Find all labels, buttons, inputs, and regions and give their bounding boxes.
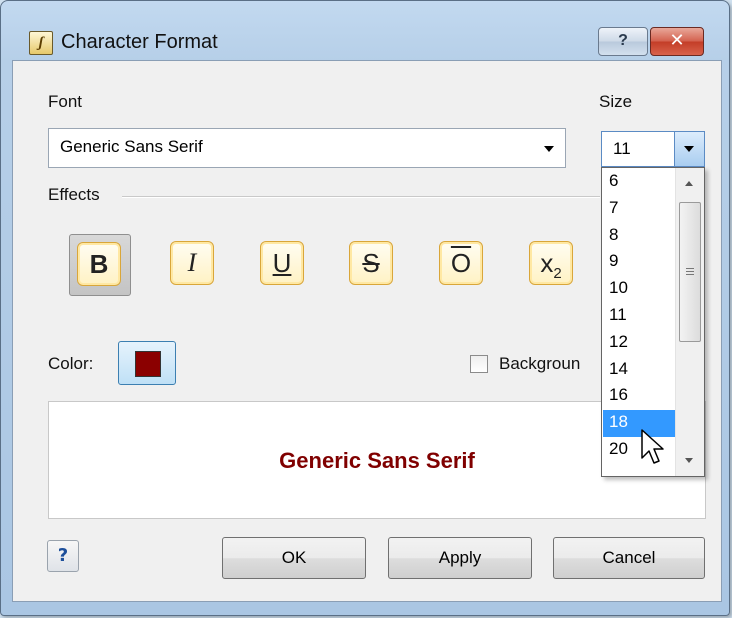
size-option-11[interactable]: 11 xyxy=(603,303,675,330)
title-bar[interactable]: ʃ Character Format ? ✕ xyxy=(1,1,729,56)
color-swatch xyxy=(135,351,161,377)
bold-button[interactable]: B xyxy=(77,242,121,286)
size-select-value: 11 xyxy=(613,139,631,158)
underline-button[interactable]: U xyxy=(260,241,304,285)
size-option-9[interactable]: 9 xyxy=(603,249,675,276)
overline-button[interactable]: O xyxy=(439,241,483,285)
size-option-6[interactable]: 6 xyxy=(603,169,675,196)
size-options[interactable]: 6 7 8 9 10 11 12 14 16 18 20 xyxy=(603,169,675,464)
subscript-base: x xyxy=(540,248,554,278)
effects-separator xyxy=(122,196,600,198)
background-checkbox[interactable] xyxy=(470,355,488,373)
scroll-down-icon[interactable] xyxy=(685,458,693,463)
font-select[interactable]: Generic Sans Serif xyxy=(48,128,566,168)
size-option-16[interactable]: 16 xyxy=(603,383,675,410)
cancel-button[interactable]: Cancel xyxy=(553,537,705,579)
apply-button[interactable]: Apply xyxy=(388,537,532,579)
ok-button[interactable]: OK xyxy=(222,537,366,579)
size-option-7[interactable]: 7 xyxy=(603,196,675,223)
effects-label: Effects xyxy=(48,185,100,204)
close-button[interactable]: ✕ xyxy=(650,27,704,56)
chevron-down-icon xyxy=(544,146,554,152)
font-label: Font xyxy=(48,92,83,111)
color-label: Color: xyxy=(48,354,94,373)
subscript-button[interactable]: x2 xyxy=(529,241,573,285)
size-dropdown-button[interactable] xyxy=(674,132,704,166)
grip-line xyxy=(686,271,694,272)
italic-button[interactable]: I xyxy=(170,241,214,285)
size-option-8[interactable]: 8 xyxy=(603,223,675,250)
chevron-down-icon xyxy=(684,146,694,152)
whats-this-help-icon[interactable]: ? xyxy=(47,540,79,572)
window-title: Character Format xyxy=(61,31,218,53)
grip-line xyxy=(686,268,694,269)
size-option-12[interactable]: 12 xyxy=(603,330,675,357)
app-icon: ʃ xyxy=(29,31,53,55)
strikethrough-button[interactable]: S xyxy=(349,241,393,285)
subscript-index: 2 xyxy=(553,265,562,283)
bold-toggle-pressed[interactable]: B xyxy=(69,234,131,296)
mouse-pointer-icon xyxy=(641,429,664,464)
dropdown-scrollbar[interactable] xyxy=(675,168,704,476)
font-select-value: Generic Sans Serif xyxy=(60,137,203,156)
scrollbar-thumb[interactable] xyxy=(679,202,701,342)
size-option-10[interactable]: 10 xyxy=(603,276,675,303)
size-select[interactable]: 11 xyxy=(601,131,705,167)
scroll-up-icon[interactable] xyxy=(685,181,693,186)
grip-line xyxy=(686,274,694,275)
title-help-button[interactable]: ? xyxy=(598,27,648,56)
size-label: Size xyxy=(599,92,633,111)
size-option-14[interactable]: 14 xyxy=(603,357,675,384)
color-picker-button[interactable] xyxy=(118,341,176,385)
background-label: Backgroun xyxy=(499,354,581,373)
